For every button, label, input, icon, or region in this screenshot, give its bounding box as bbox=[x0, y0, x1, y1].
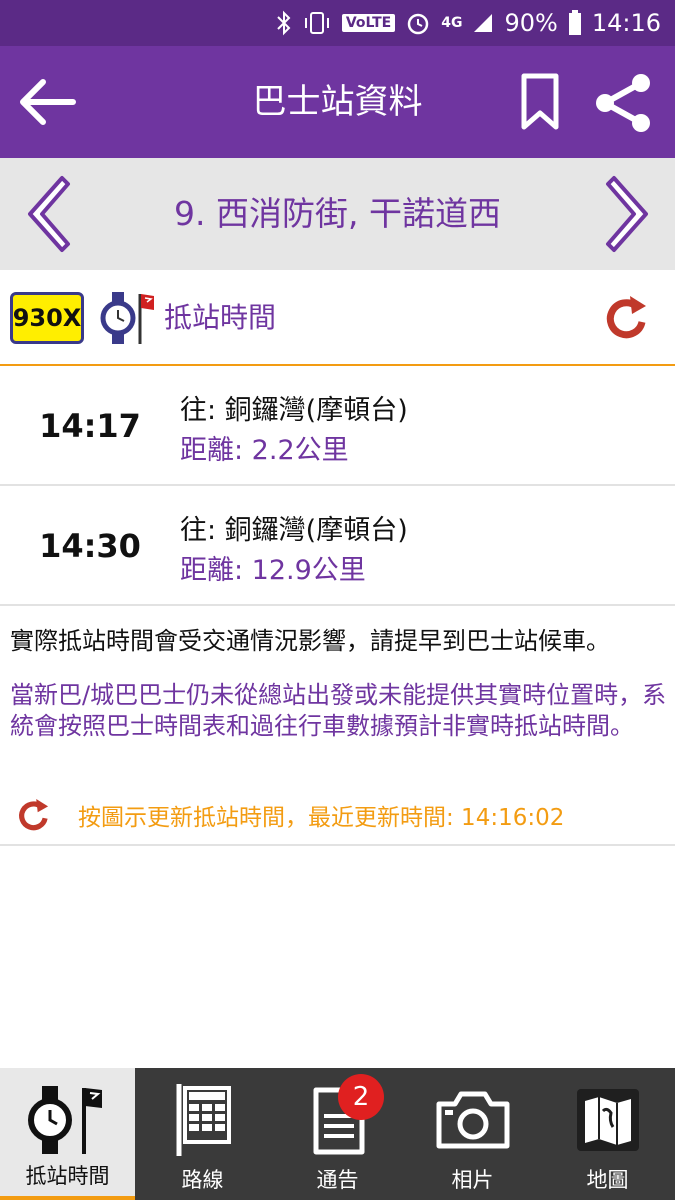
chevron-right-icon bbox=[606, 176, 648, 252]
update-row: 按圖示更新抵站時間，最近更新時間: 14:16:02 bbox=[0, 790, 675, 846]
network-type: 4G bbox=[441, 15, 463, 31]
battery-percent: 90% bbox=[504, 9, 558, 37]
tab-routes[interactable]: 路線 bbox=[135, 1068, 270, 1200]
status-time: 14:16 bbox=[591, 9, 661, 37]
tab-map[interactable]: 地圖 bbox=[540, 1068, 675, 1200]
route-badge: 930X bbox=[10, 292, 84, 344]
refresh-button[interactable] bbox=[600, 292, 654, 346]
last-update-text: 按圖示更新抵站時間，最近更新時間: 14:16:02 bbox=[78, 805, 565, 831]
stop-selector: 9. 西消防街, 干諾道西 bbox=[0, 158, 675, 270]
eta-distance: 距離: 2.2公里 bbox=[180, 435, 349, 466]
back-button[interactable] bbox=[14, 74, 80, 130]
eta-watch-flag-icon bbox=[0, 1082, 135, 1158]
notice-count-badge: 2 bbox=[338, 1074, 384, 1120]
tab-notices-label: 通告 bbox=[316, 1168, 359, 1192]
volte-indicator: VoLTE bbox=[341, 14, 396, 32]
battery-icon bbox=[568, 10, 582, 36]
refresh-icon bbox=[606, 296, 646, 339]
eta-time: 14:30 bbox=[39, 527, 141, 565]
tab-map-label: 地圖 bbox=[586, 1168, 629, 1192]
watch-flag-icon bbox=[100, 290, 156, 346]
bookmark-icon bbox=[521, 73, 559, 130]
eta-distance: 距離: 12.9公里 bbox=[180, 555, 366, 586]
eta-time: 14:17 bbox=[39, 407, 141, 445]
share-button[interactable] bbox=[588, 68, 658, 138]
schedule-notice: 當新巴/城巴巴士仍未從總站出發或未能提供其實時位置時，系統會按照巴士時間表和過往… bbox=[10, 681, 667, 740]
app-bar: 巴士站資料 bbox=[0, 46, 675, 158]
eta-row: 14:30 往: 銅鑼灣(摩頓台) 距離: 12.9公里 bbox=[0, 486, 675, 606]
eta-destination: 往: 銅鑼灣(摩頓台) bbox=[180, 515, 408, 546]
eta-destination: 往: 銅鑼灣(摩頓台) bbox=[180, 395, 408, 426]
tab-notices[interactable]: 通告 bbox=[270, 1068, 405, 1200]
eta-row: 14:17 往: 銅鑼灣(摩頓台) 距離: 2.2公里 bbox=[0, 366, 675, 486]
next-stop-button[interactable] bbox=[592, 172, 658, 256]
map-icon bbox=[540, 1082, 675, 1158]
status-bar: VoLTE 4G 90% 14:16 bbox=[0, 0, 675, 46]
bottom-navigation: 抵站時間 路線 通告 相片 地圖 bbox=[0, 1068, 675, 1200]
tab-eta[interactable]: 抵站時間 bbox=[0, 1068, 135, 1200]
previous-stop-button[interactable] bbox=[18, 172, 84, 256]
tab-eta-label: 抵站時間 bbox=[25, 1164, 110, 1188]
eta-header: 930X 抵站時間 bbox=[0, 270, 675, 366]
vibrate-icon bbox=[302, 11, 332, 35]
bookmark-button[interactable] bbox=[512, 70, 568, 134]
back-arrow-icon bbox=[20, 79, 76, 125]
tab-photos-label: 相片 bbox=[451, 1168, 494, 1192]
page-title: 巴士站資料 bbox=[252, 82, 423, 122]
signal-icon bbox=[472, 12, 494, 34]
stop-name: 9. 西消防街, 干諾道西 bbox=[174, 194, 501, 233]
eta-section-title: 抵站時間 bbox=[164, 301, 277, 334]
status-icons: VoLTE 4G 90% 14:16 bbox=[276, 0, 661, 46]
camera-icon bbox=[405, 1082, 540, 1158]
bluetooth-icon bbox=[276, 10, 292, 36]
share-icon bbox=[596, 74, 650, 132]
alarm-icon bbox=[405, 10, 431, 36]
traffic-notice: 實際抵站時間會受交通情況影響，請提早到巴士站候車。 bbox=[10, 627, 610, 655]
refresh-icon[interactable] bbox=[14, 796, 54, 836]
chevron-left-icon bbox=[28, 176, 70, 252]
tab-photos[interactable]: 相片 bbox=[405, 1068, 540, 1200]
route-table-icon bbox=[135, 1082, 270, 1158]
tab-routes-label: 路線 bbox=[181, 1168, 224, 1192]
